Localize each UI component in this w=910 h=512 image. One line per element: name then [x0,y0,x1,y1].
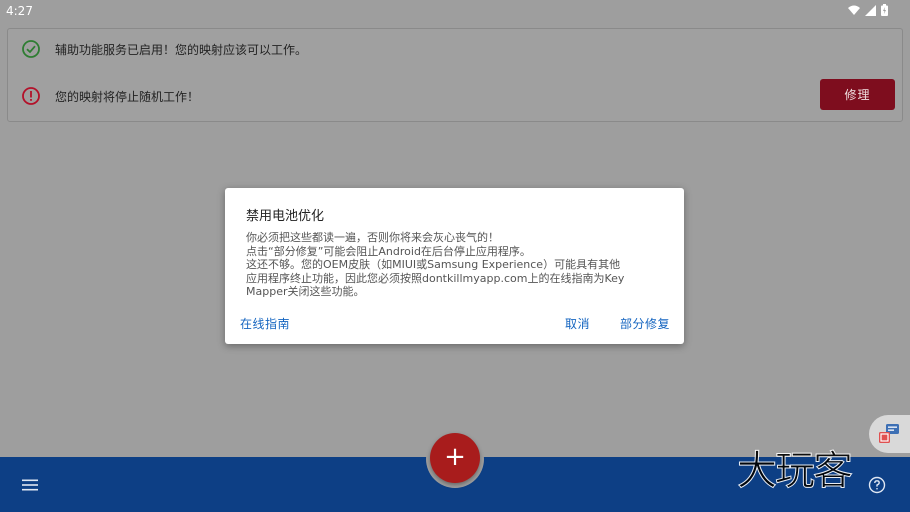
status-time: 4:27 [6,4,33,18]
dialog-body-line: Mapper关闭这些功能。 [246,285,365,298]
menu-icon[interactable] [21,476,39,494]
help-icon[interactable] [868,476,886,494]
error-circle-icon [22,87,40,105]
floating-keyboard-bubble[interactable] [869,415,910,453]
status-bar: 4:27 [0,0,910,22]
service-enabled-text: 辅助功能服务已启用！您的映射应该可以工作。 [55,42,308,57]
watermark-logo: 大玩客 [737,448,854,495]
dialog-body-line: 这还不够。您的OEM皮肤（如MIUI或Samsung Experience）可能… [246,258,621,271]
signal-icon [865,4,876,16]
dialog-body: 你必须把这些都读一遍，否则你将来会灰心丧气的！ 点击“部分修复”可能会阻止And… [246,231,666,299]
mapping-warning-row: 您的映射将停止随机工作！ 修理 [8,76,902,116]
wifi-icon [848,5,860,15]
battery-optimization-dialog: 禁用电池优化 你必须把这些都读一遍，否则你将来会灰心丧气的！ 点击“部分修复”可… [225,188,684,344]
status-card: 辅助功能服务已启用！您的映射应该可以工作。 您的映射将停止随机工作！ 修理 [7,28,903,122]
dialog-body-line: 点击“部分修复”可能会阻止Android在后台停止应用程序。 [246,244,531,258]
add-mapping-fab[interactable]: + [430,433,480,483]
mapping-warning-text: 您的映射将停止随机工作！ [55,89,200,104]
keyboard-overlay-icon [879,424,899,443]
app-screen: 4:27 辅助功能服务已启用！您的映射应该可以工作。 您的映射将停止随机工作！ … [0,0,910,512]
partial-fix-button[interactable]: 部分修复 [620,315,670,332]
fix-button[interactable]: 修理 [820,79,895,110]
dialog-body-line: 你必须把这些都读一遍，否则你将来会灰心丧气的！ [246,231,499,244]
service-enabled-row: 辅助功能服务已启用！您的映射应该可以工作。 [8,29,902,69]
battery-icon [881,4,888,16]
online-guide-button[interactable]: 在线指南 [240,315,290,332]
status-icons [848,4,888,16]
check-circle-icon [22,40,40,58]
cancel-button[interactable]: 取消 [565,315,590,332]
dialog-title: 禁用电池优化 [246,209,325,224]
dialog-body-line: 应用程序终止功能，因此您必须按照dontkillmyapp.com上的在线指南为… [246,271,625,285]
